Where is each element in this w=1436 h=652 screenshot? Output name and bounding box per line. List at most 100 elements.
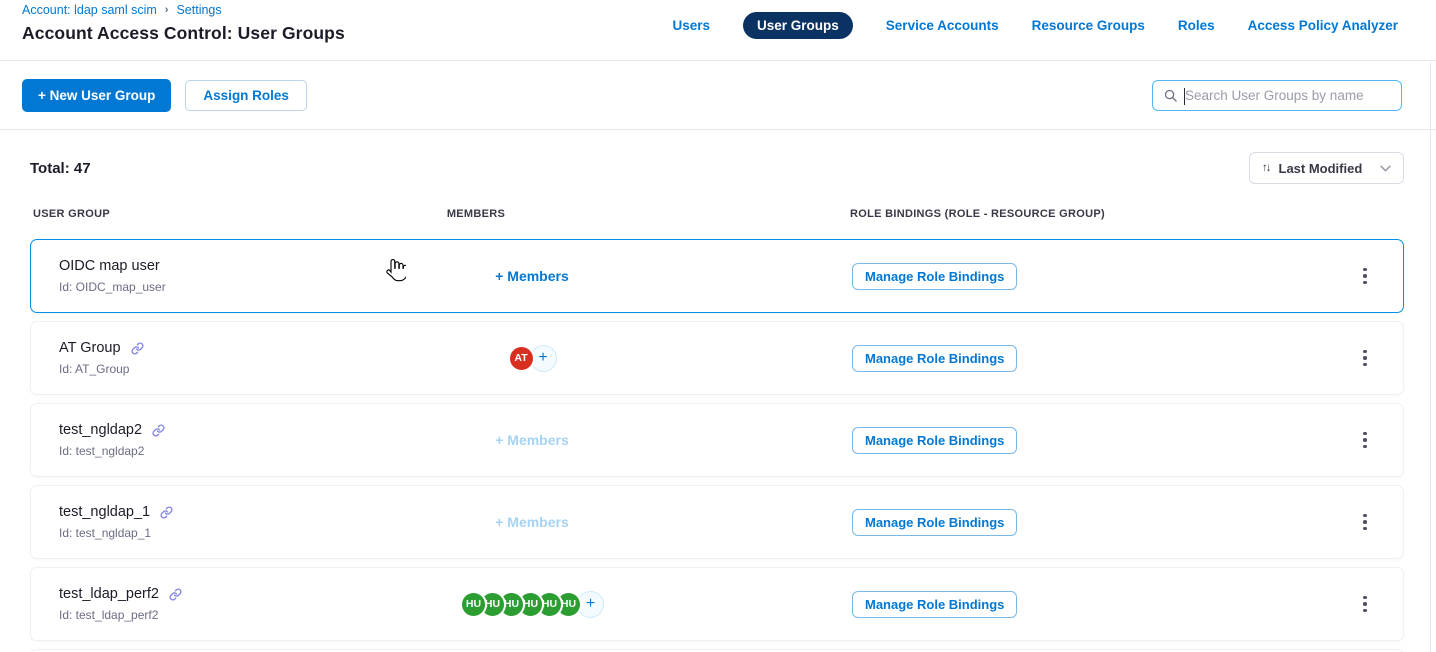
- user-group-name: test_ngldap2: [59, 422, 142, 438]
- add-members-button[interactable]: + Members: [495, 268, 569, 284]
- members-cell: + Members: [423, 432, 641, 448]
- member-avatar: AT: [508, 345, 535, 372]
- row-menu-cell: [1327, 344, 1403, 373]
- search-box: [1152, 80, 1402, 111]
- manage-role-bindings-button[interactable]: Manage Role Bindings: [852, 591, 1017, 618]
- kebab-dot: [1363, 274, 1367, 278]
- tab-roles[interactable]: Roles: [1178, 12, 1215, 39]
- kebab-dot: [1363, 609, 1367, 613]
- toolbar: + New User Group Assign Roles: [0, 61, 1436, 130]
- user-group-name-cell: AT GroupId: AT_Group: [31, 340, 423, 376]
- column-header-user-group: USER GROUP: [30, 208, 422, 220]
- members-cell: + Members: [423, 268, 641, 284]
- tab-service-accounts[interactable]: Service Accounts: [886, 12, 999, 39]
- members-cell: + Members: [423, 514, 641, 530]
- user-group-row-at-group[interactable]: AT GroupId: AT_GroupAT+ Manage Role Bindi…: [30, 321, 1404, 395]
- sort-arrows-icon: ↑↓: [1262, 162, 1270, 174]
- row-menu-button[interactable]: [1355, 508, 1375, 537]
- row-menu-button[interactable]: [1355, 344, 1375, 373]
- assign-roles-button[interactable]: Assign Roles: [185, 80, 307, 111]
- search-input[interactable]: [1185, 88, 1391, 103]
- role-bindings-cell: Manage Role Bindings: [641, 345, 1327, 372]
- manage-role-bindings-button[interactable]: Manage Role Bindings: [852, 509, 1017, 536]
- kebab-dot: [1363, 520, 1367, 524]
- user-group-list: OIDC map user Id: OIDC_map_user + Members M…: [30, 239, 1404, 641]
- tab-resource-groups[interactable]: Resource Groups: [1032, 12, 1145, 39]
- sort-dropdown[interactable]: ↑↓ Last Modified: [1249, 152, 1404, 184]
- user-group-row-test-ldap-perf2[interactable]: test_ldap_perf2Id: test_ldap_perf2HUHUHU…: [30, 567, 1404, 641]
- role-bindings-cell: Manage Role Bindings: [641, 591, 1327, 618]
- user-group-id: Id: OIDC_map_user: [59, 280, 423, 294]
- kebab-dot: [1363, 602, 1367, 606]
- column-header-menu: [1328, 208, 1404, 220]
- user-group-name-cell: OIDC map user Id: OIDC_map_user: [31, 258, 423, 294]
- kebab-dot: [1363, 514, 1367, 518]
- link-icon: [160, 506, 173, 519]
- kebab-dot: [1363, 268, 1367, 272]
- column-header-members: MEMBERS: [422, 208, 530, 220]
- scrollbar-track[interactable]: [1430, 62, 1431, 652]
- add-members-button[interactable]: + Members: [495, 514, 569, 530]
- user-group-name-line: test_ngldap_1: [59, 504, 423, 520]
- user-group-id: Id: test_ngldap_1: [59, 526, 423, 540]
- tab-user-groups[interactable]: User Groups: [743, 12, 853, 39]
- user-group-id: Id: AT_Group: [59, 362, 423, 376]
- kebab-dot: [1363, 432, 1367, 436]
- kebab-dot: [1363, 596, 1367, 600]
- new-user-group-button[interactable]: + New User Group: [22, 79, 171, 112]
- search-icon: [1163, 88, 1178, 103]
- kebab-dot: [1363, 281, 1367, 285]
- page-header: Account: ldap saml scim › Settings Accou…: [0, 0, 1436, 61]
- user-group-name-line: OIDC map user: [59, 258, 423, 274]
- manage-role-bindings-button[interactable]: Manage Role Bindings: [852, 263, 1017, 290]
- link-icon: [131, 342, 144, 355]
- row-menu-button[interactable]: [1355, 590, 1375, 619]
- row-menu-cell: [1327, 590, 1403, 619]
- text-caret: [1184, 88, 1185, 105]
- kebab-dot: [1363, 350, 1367, 354]
- row-menu-button[interactable]: [1355, 262, 1375, 291]
- list-controls: Total: 47 ↑↓ Last Modified: [30, 152, 1404, 184]
- add-members-button[interactable]: + Members: [495, 432, 569, 448]
- kebab-dot: [1363, 527, 1367, 531]
- user-group-name: test_ldap_perf2: [59, 586, 159, 602]
- user-group-id: Id: test_ldap_perf2: [59, 608, 423, 622]
- user-group-name: OIDC map user: [59, 258, 160, 274]
- user-group-id: Id: test_ngldap2: [59, 444, 423, 458]
- tab-users[interactable]: Users: [672, 12, 710, 39]
- role-bindings-cell: Manage Role Bindings: [641, 263, 1327, 290]
- row-menu-cell: [1327, 426, 1403, 455]
- row-menu-cell: [1327, 508, 1403, 537]
- content-area: Total: 47 ↑↓ Last Modified USER GROUP ME…: [0, 152, 1436, 652]
- user-group-name-line: test_ldap_perf2: [59, 586, 423, 602]
- user-groups-page: Account: ldap saml scim › Settings Accou…: [0, 0, 1436, 652]
- row-menu-button[interactable]: [1355, 426, 1375, 455]
- kebab-dot: [1363, 445, 1367, 449]
- members-cell: AT+: [423, 345, 641, 372]
- link-icon: [169, 588, 182, 601]
- role-bindings-cell: Manage Role Bindings: [641, 427, 1327, 454]
- user-group-name-line: test_ngldap2: [59, 422, 423, 438]
- table-header: USER GROUP MEMBERS ROLE BINDINGS (ROLE -…: [30, 208, 1404, 220]
- page-title: Account Access Control: User Groups: [22, 23, 345, 44]
- user-group-row-test-ngldap-1[interactable]: test_ngldap_1 Id: test_ngldap_1 + Members M…: [30, 485, 1404, 559]
- tab-access-policy-analyzer[interactable]: Access Policy Analyzer: [1248, 12, 1398, 39]
- header-left: Account: ldap saml scim › Settings Accou…: [22, 0, 345, 60]
- member-avatar: HU: [460, 591, 487, 618]
- sort-selected-value: Last Modified: [1279, 161, 1363, 176]
- user-group-name-cell: test_ngldap2 Id: test_ngldap2: [31, 422, 423, 458]
- user-group-row-oidc-map-user[interactable]: OIDC map user Id: OIDC_map_user + Members M…: [30, 239, 1404, 313]
- breadcrumb-account-link[interactable]: Account: ldap saml scim: [22, 3, 157, 17]
- row-menu-cell: [1327, 262, 1403, 291]
- link-icon: [152, 424, 165, 437]
- user-group-name-cell: test_ngldap_1 Id: test_ngldap_1: [31, 504, 423, 540]
- breadcrumb-settings-link[interactable]: Settings: [176, 3, 221, 17]
- kebab-dot: [1363, 363, 1367, 367]
- user-group-row-test-ngldap2[interactable]: test_ngldap2 Id: test_ngldap2 + Members Man…: [30, 403, 1404, 477]
- chevron-down-icon: [1380, 165, 1391, 172]
- members-cell: HUHUHUHUHUHU+: [423, 591, 641, 618]
- user-group-name: test_ngldap_1: [59, 504, 150, 520]
- manage-role-bindings-button[interactable]: Manage Role Bindings: [852, 427, 1017, 454]
- total-count: Total: 47: [30, 160, 91, 177]
- manage-role-bindings-button[interactable]: Manage Role Bindings: [852, 345, 1017, 372]
